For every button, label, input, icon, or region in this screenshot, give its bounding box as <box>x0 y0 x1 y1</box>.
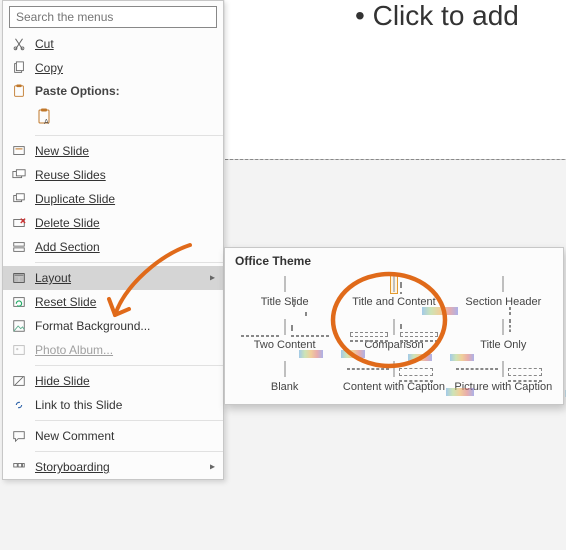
menu-separator <box>35 262 223 263</box>
layout-flyout-title: Office Theme <box>225 248 563 272</box>
menu-photo-album-label: Photo Album... <box>35 343 215 357</box>
menu-duplicate-slide[interactable]: Duplicate Slide <box>3 187 223 211</box>
menu-copy[interactable]: Copy <box>3 56 223 80</box>
menu-separator <box>35 135 223 136</box>
layout-icon <box>3 271 35 285</box>
menu-add-section[interactable]: Add Section <box>3 235 223 259</box>
menu-new-slide[interactable]: New Slide <box>3 139 223 163</box>
menu-layout-label: Layout <box>35 271 215 285</box>
menu-link-to-slide-label: Link to this Slide <box>35 398 215 412</box>
menu-reset-slide[interactable]: Reset Slide <box>3 290 223 314</box>
layout-option-content-with-caption[interactable]: Content with Caption <box>340 357 447 398</box>
chevron-right-icon: ▸ <box>210 273 215 284</box>
menu-format-background[interactable]: Format Background... <box>3 314 223 338</box>
paste-keep-source-button[interactable]: A <box>35 106 57 128</box>
layout-option-title-and-content[interactable]: Title and Content <box>340 272 447 313</box>
layout-option-blank[interactable]: Blank <box>231 357 338 398</box>
menu-storyboarding[interactable]: Storyboarding ▸ <box>3 455 223 479</box>
menu-new-comment-label: New Comment <box>35 429 215 443</box>
menu-hide-slide[interactable]: Hide Slide <box>3 369 223 393</box>
menu-reuse-slides[interactable]: Reuse Slides <box>3 163 223 187</box>
menu-reuse-slides-label: Reuse Slides <box>35 168 215 182</box>
menu-delete-slide[interactable]: Delete Slide <box>3 211 223 235</box>
duplicate-slide-icon <box>3 192 35 206</box>
layout-option-title-only[interactable]: Title Only <box>450 315 557 356</box>
reset-slide-icon <box>3 295 35 309</box>
menu-layout[interactable]: Layout ▸ <box>3 266 223 290</box>
menu-duplicate-slide-label: Duplicate Slide <box>35 192 215 206</box>
delete-slide-icon <box>3 216 35 230</box>
content-placeholder-text[interactable]: Click to add <box>355 0 519 32</box>
layout-option-title-slide[interactable]: Title Slide <box>231 272 338 313</box>
copy-icon <box>3 61 35 75</box>
format-background-icon <box>3 319 35 333</box>
menu-photo-album: Photo Album... <box>3 338 223 362</box>
link-icon <box>3 398 35 412</box>
add-section-icon <box>3 240 35 254</box>
menu-storyboarding-label: Storyboarding <box>35 460 215 474</box>
layout-label: Title Only <box>450 339 557 352</box>
menu-copy-label: Copy <box>35 61 215 75</box>
layout-flyout: Office Theme Title Slide Title and Conte… <box>224 247 564 405</box>
scissors-icon <box>3 37 35 51</box>
menu-hide-slide-label: Hide Slide <box>35 374 215 388</box>
layout-label: Content with Caption <box>340 381 447 394</box>
menu-add-section-label: Add Section <box>35 240 215 254</box>
svg-text:A: A <box>44 119 49 126</box>
paste-options-text: Paste Options: <box>35 84 215 98</box>
menu-link-to-slide[interactable]: Link to this Slide <box>3 393 223 417</box>
menu-cut-label: Cut <box>35 37 215 51</box>
menu-paste-options-label: Paste Options: <box>3 80 223 102</box>
storyboarding-icon <box>3 460 35 474</box>
menu-new-comment[interactable]: New Comment <box>3 424 223 448</box>
menu-cut[interactable]: Cut <box>3 32 223 56</box>
chevron-right-icon: ▸ <box>210 462 215 473</box>
menu-format-background-label: Format Background... <box>35 319 215 333</box>
menu-search-box[interactable] <box>9 6 217 28</box>
slide-context-menu: Cut Copy Paste Options: A New Slide Reus… <box>2 0 224 480</box>
photo-album-icon <box>3 343 35 357</box>
menu-separator <box>35 451 223 452</box>
menu-new-slide-label: New Slide <box>35 144 215 158</box>
new-slide-icon <box>3 144 35 158</box>
layout-option-two-content[interactable]: Two Content <box>231 315 338 356</box>
menu-search-input[interactable] <box>14 9 212 25</box>
layout-label: Blank <box>231 381 338 394</box>
clipboard-icon <box>3 84 35 98</box>
menu-separator <box>35 365 223 366</box>
hide-slide-icon <box>3 374 35 388</box>
layout-label: Title Slide <box>231 296 338 309</box>
menu-delete-slide-label: Delete Slide <box>35 216 215 230</box>
menu-separator <box>35 420 223 421</box>
reuse-slides-icon <box>3 168 35 182</box>
menu-reset-slide-label: Reset Slide <box>35 295 215 309</box>
paste-options-row: A <box>3 102 223 132</box>
layout-grid: Title Slide Title and Content Section He… <box>225 272 563 398</box>
layout-label: Section Header <box>450 296 557 309</box>
comment-icon <box>3 429 35 443</box>
layout-option-section-header[interactable]: Section Header <box>450 272 557 313</box>
slide-canvas[interactable]: Click to add <box>225 0 566 160</box>
